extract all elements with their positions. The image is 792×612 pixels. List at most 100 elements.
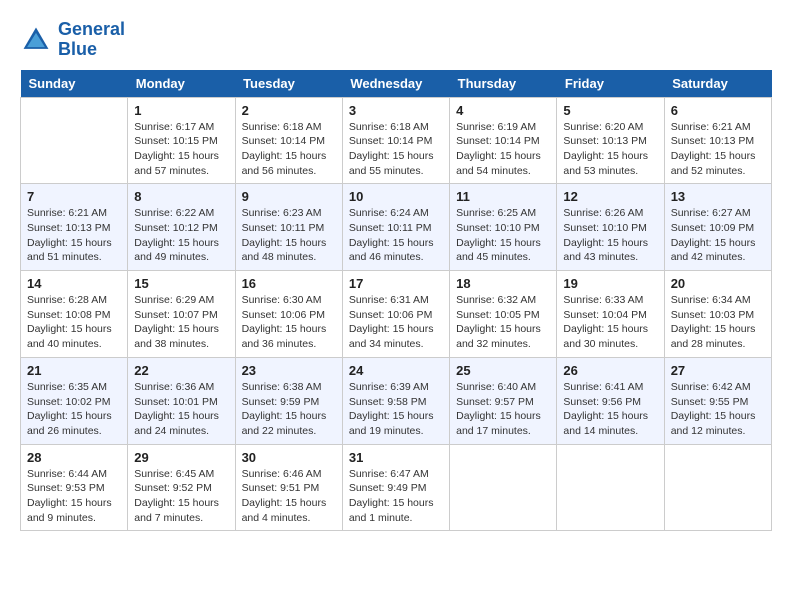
- weekday-header-tuesday: Tuesday: [235, 70, 342, 98]
- day-info: Sunrise: 6:32 AM Sunset: 10:05 PM Daylig…: [456, 293, 550, 352]
- calendar-cell: 1Sunrise: 6:17 AM Sunset: 10:15 PM Dayli…: [128, 97, 235, 184]
- day-info: Sunrise: 6:20 AM Sunset: 10:13 PM Daylig…: [563, 120, 657, 179]
- calendar-cell: 8 Sunrise: 6:22 AM Sunset: 10:12 PM Dayli…: [128, 184, 235, 271]
- calendar-cell: 23 Sunrise: 6:38 AM Sunset: 9:59 PM Dayli…: [235, 357, 342, 444]
- weekday-header-friday: Friday: [557, 70, 664, 98]
- calendar-week-row: 14 Sunrise: 6:28 AM Sunset: 10:08 PM Dayl…: [21, 271, 772, 358]
- day-number: 3: [349, 103, 443, 118]
- day-number: 22: [134, 363, 228, 378]
- day-number: 18: [456, 276, 550, 291]
- day-number: 5: [563, 103, 657, 118]
- calendar-cell: 19 Sunrise: 6:33 AM Sunset: 10:04 PM Dayl…: [557, 271, 664, 358]
- day-info: Sunrise: 6:40 AM Sunset: 9:57 PM Dayligh…: [456, 380, 550, 439]
- calendar-cell: 3 Sunrise: 6:18 AM Sunset: 10:14 PM Dayli…: [342, 97, 449, 184]
- calendar-cell: 11Sunrise: 6:25 AM Sunset: 10:10 PM Dayl…: [450, 184, 557, 271]
- day-info: Sunrise: 6:42 AM Sunset: 9:55 PM Dayligh…: [671, 380, 765, 439]
- calendar-cell: 21 Sunrise: 6:35 AM Sunset: 10:02 PM Dayl…: [21, 357, 128, 444]
- day-number: 2: [242, 103, 336, 118]
- weekday-header-row: SundayMondayTuesdayWednesdayThursdayFrid…: [21, 70, 772, 98]
- day-number: 7: [27, 189, 121, 204]
- day-number: 28: [27, 450, 121, 465]
- day-number: 6: [671, 103, 765, 118]
- calendar-cell: 16Sunrise: 6:30 AM Sunset: 10:06 PM Dayl…: [235, 271, 342, 358]
- day-number: 29: [134, 450, 228, 465]
- calendar-cell: 13 Sunrise: 6:27 AM Sunset: 10:09 PM Dayl…: [664, 184, 771, 271]
- calendar-cell: 26Sunrise: 6:41 AM Sunset: 9:56 PM Dayli…: [557, 357, 664, 444]
- calendar-cell: 25 Sunrise: 6:40 AM Sunset: 9:57 PM Dayli…: [450, 357, 557, 444]
- day-number: 31: [349, 450, 443, 465]
- day-info: Sunrise: 6:21 AM Sunset: 10:13 PM Daylig…: [27, 206, 121, 265]
- calendar-cell: 18 Sunrise: 6:32 AM Sunset: 10:05 PM Dayl…: [450, 271, 557, 358]
- day-info: Sunrise: 6:18 AM Sunset: 10:14 PM Daylig…: [349, 120, 443, 179]
- weekday-header-wednesday: Wednesday: [342, 70, 449, 98]
- day-info: Sunrise: 6:19 AM Sunset: 10:14 PM Daylig…: [456, 120, 550, 179]
- day-number: 14: [27, 276, 121, 291]
- day-number: 1: [134, 103, 228, 118]
- day-number: 25: [456, 363, 550, 378]
- calendar-week-row: 28 Sunrise: 6:44 AM Sunset: 9:53 PM Dayli…: [21, 444, 772, 531]
- calendar-cell: [450, 444, 557, 531]
- logo: General Blue: [20, 20, 125, 60]
- day-info: Sunrise: 6:44 AM Sunset: 9:53 PM Dayligh…: [27, 467, 121, 526]
- day-info: Sunrise: 6:39 AM Sunset: 9:58 PM Dayligh…: [349, 380, 443, 439]
- day-info: Sunrise: 6:25 AM Sunset: 10:10 PM Daylig…: [456, 206, 550, 265]
- calendar-cell: 20 Sunrise: 6:34 AM Sunset: 10:03 PM Dayl…: [664, 271, 771, 358]
- day-number: 16: [242, 276, 336, 291]
- day-number: 20: [671, 276, 765, 291]
- day-info: Sunrise: 6:38 AM Sunset: 9:59 PM Dayligh…: [242, 380, 336, 439]
- day-number: 13: [671, 189, 765, 204]
- calendar-week-row: 1Sunrise: 6:17 AM Sunset: 10:15 PM Dayli…: [21, 97, 772, 184]
- calendar-cell: 9Sunrise: 6:23 AM Sunset: 10:11 PM Dayli…: [235, 184, 342, 271]
- calendar-cell: 5 Sunrise: 6:20 AM Sunset: 10:13 PM Dayli…: [557, 97, 664, 184]
- day-info: Sunrise: 6:23 AM Sunset: 10:11 PM Daylig…: [242, 206, 336, 265]
- day-info: Sunrise: 6:34 AM Sunset: 10:03 PM Daylig…: [671, 293, 765, 352]
- weekday-header-sunday: Sunday: [21, 70, 128, 98]
- day-number: 15: [134, 276, 228, 291]
- calendar-cell: 31 Sunrise: 6:47 AM Sunset: 9:49 PM Dayli…: [342, 444, 449, 531]
- day-number: 30: [242, 450, 336, 465]
- day-info: Sunrise: 6:28 AM Sunset: 10:08 PM Daylig…: [27, 293, 121, 352]
- logo-text: General Blue: [58, 20, 125, 60]
- day-info: Sunrise: 6:27 AM Sunset: 10:09 PM Daylig…: [671, 206, 765, 265]
- day-number: 8: [134, 189, 228, 204]
- day-info: Sunrise: 6:36 AM Sunset: 10:01 PM Daylig…: [134, 380, 228, 439]
- day-info: Sunrise: 6:47 AM Sunset: 9:49 PM Dayligh…: [349, 467, 443, 526]
- day-info: Sunrise: 6:26 AM Sunset: 10:10 PM Daylig…: [563, 206, 657, 265]
- day-number: 19: [563, 276, 657, 291]
- calendar-cell: 15 Sunrise: 6:29 AM Sunset: 10:07 PM Dayl…: [128, 271, 235, 358]
- day-info: Sunrise: 6:31 AM Sunset: 10:06 PM Daylig…: [349, 293, 443, 352]
- day-number: 21: [27, 363, 121, 378]
- day-info: Sunrise: 6:33 AM Sunset: 10:04 PM Daylig…: [563, 293, 657, 352]
- day-number: 24: [349, 363, 443, 378]
- calendar-cell: 2 Sunrise: 6:18 AM Sunset: 10:14 PM Dayli…: [235, 97, 342, 184]
- calendar-cell: 22 Sunrise: 6:36 AM Sunset: 10:01 PM Dayl…: [128, 357, 235, 444]
- day-info: Sunrise: 6:18 AM Sunset: 10:14 PM Daylig…: [242, 120, 336, 179]
- calendar-cell: [557, 444, 664, 531]
- calendar-cell: 24 Sunrise: 6:39 AM Sunset: 9:58 PM Dayli…: [342, 357, 449, 444]
- weekday-header-saturday: Saturday: [664, 70, 771, 98]
- day-number: 17: [349, 276, 443, 291]
- day-number: 12: [563, 189, 657, 204]
- logo-icon: [20, 24, 52, 56]
- calendar-cell: 29Sunrise: 6:45 AM Sunset: 9:52 PM Dayli…: [128, 444, 235, 531]
- day-info: Sunrise: 6:24 AM Sunset: 10:11 PM Daylig…: [349, 206, 443, 265]
- calendar-cell: 14 Sunrise: 6:28 AM Sunset: 10:08 PM Dayl…: [21, 271, 128, 358]
- day-info: Sunrise: 6:35 AM Sunset: 10:02 PM Daylig…: [27, 380, 121, 439]
- calendar-cell: 6Sunrise: 6:21 AM Sunset: 10:13 PM Dayli…: [664, 97, 771, 184]
- calendar-cell: 12 Sunrise: 6:26 AM Sunset: 10:10 PM Dayl…: [557, 184, 664, 271]
- day-info: Sunrise: 6:29 AM Sunset: 10:07 PM Daylig…: [134, 293, 228, 352]
- calendar-cell: 30 Sunrise: 6:46 AM Sunset: 9:51 PM Dayli…: [235, 444, 342, 531]
- day-info: Sunrise: 6:46 AM Sunset: 9:51 PM Dayligh…: [242, 467, 336, 526]
- calendar-cell: 10Sunrise: 6:24 AM Sunset: 10:11 PM Dayl…: [342, 184, 449, 271]
- calendar-week-row: 21 Sunrise: 6:35 AM Sunset: 10:02 PM Dayl…: [21, 357, 772, 444]
- calendar-week-row: 7 Sunrise: 6:21 AM Sunset: 10:13 PM Dayli…: [21, 184, 772, 271]
- day-info: Sunrise: 6:22 AM Sunset: 10:12 PM Daylig…: [134, 206, 228, 265]
- day-number: 23: [242, 363, 336, 378]
- calendar-cell: 28 Sunrise: 6:44 AM Sunset: 9:53 PM Dayli…: [21, 444, 128, 531]
- calendar-cell: 4 Sunrise: 6:19 AM Sunset: 10:14 PM Dayli…: [450, 97, 557, 184]
- weekday-header-thursday: Thursday: [450, 70, 557, 98]
- calendar-cell: 7 Sunrise: 6:21 AM Sunset: 10:13 PM Dayli…: [21, 184, 128, 271]
- page-header: General Blue: [20, 20, 772, 60]
- day-number: 4: [456, 103, 550, 118]
- calendar-cell: 17 Sunrise: 6:31 AM Sunset: 10:06 PM Dayl…: [342, 271, 449, 358]
